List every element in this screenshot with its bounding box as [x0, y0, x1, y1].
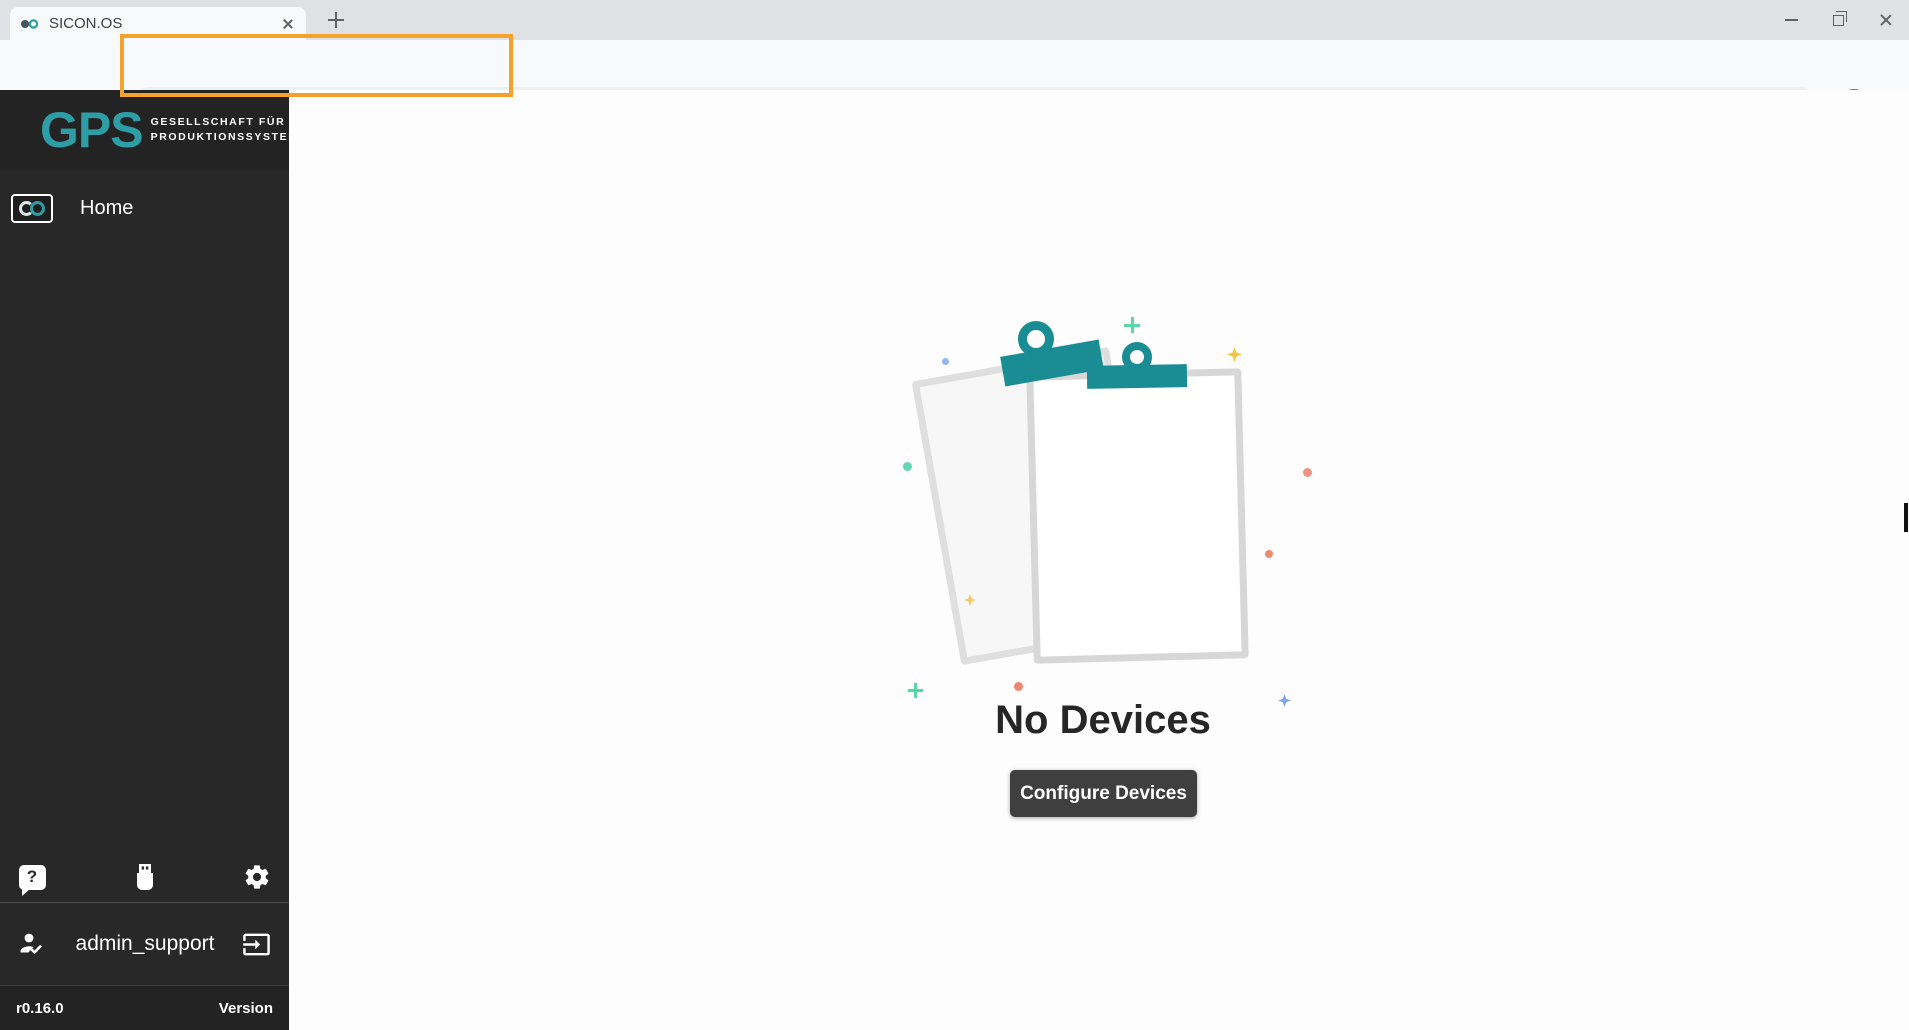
confetti-dot: [1014, 682, 1023, 691]
confetti-dot: [1265, 550, 1273, 558]
usb-button[interactable]: [125, 855, 165, 899]
username: admin_support: [48, 932, 242, 956]
help-button[interactable]: ?: [12, 855, 52, 899]
sidebar-header: GPS GESELLSCHAFT FÜR PRODUKTIONSSYSTEME: [0, 90, 289, 170]
empty-state-title: No Devices: [903, 698, 1303, 743]
user-verified-icon: [18, 931, 48, 957]
version-value: r0.16.0: [16, 1000, 64, 1017]
user-row: admin_support: [0, 903, 289, 985]
confetti-plus: [1124, 317, 1140, 333]
restore-icon: [1833, 15, 1844, 26]
gear-icon: [243, 863, 271, 891]
version-label: Version: [219, 1000, 273, 1017]
gps-logo-subtitle: GESELLSCHAFT FÜR PRODUKTIONSSYSTEME: [151, 115, 289, 145]
confetti-dot: [942, 358, 949, 365]
window-restore-button[interactable]: [1815, 0, 1862, 40]
sidebar-tools: ?: [0, 852, 289, 902]
version-bar: r0.16.0 Version: [0, 985, 289, 1030]
tab-title: SICON.OS: [49, 15, 280, 32]
browser-window: SICON.OS: [0, 0, 1909, 1030]
clip-front: [1087, 364, 1187, 389]
home-co-icon: [11, 194, 53, 223]
sidebar: GPS GESELLSCHAFT FÜR PRODUKTIONSSYSTEME …: [0, 90, 289, 1030]
text-cursor-pointer: [1904, 503, 1908, 532]
confetti-dot: [903, 462, 912, 471]
confetti-dot: [1303, 468, 1312, 477]
settings-button[interactable]: [237, 855, 277, 899]
main-content: No Devices Configure Devices: [289, 90, 1909, 1030]
help-icon: ?: [19, 865, 46, 890]
minimize-icon: [1785, 19, 1798, 21]
tab-close-icon[interactable]: [280, 16, 296, 32]
sidebar-item-home[interactable]: Home: [0, 185, 289, 231]
gps-logo: GPS: [40, 105, 143, 155]
logout-icon[interactable]: [242, 930, 271, 959]
tab-siconos[interactable]: SICON.OS: [10, 7, 306, 40]
favicon-sicon-icon: [20, 16, 40, 32]
confetti-sparkle: [1227, 347, 1242, 362]
tab-strip: SICON.OS: [0, 0, 1909, 40]
browser-toolbar: Not secure | siconos-cb9b.local/devices …: [0, 40, 1909, 90]
window-close-button[interactable]: [1862, 0, 1909, 40]
new-tab-button[interactable]: [328, 12, 344, 28]
home-label: Home: [80, 197, 133, 220]
configure-devices-button[interactable]: Configure Devices: [1010, 770, 1197, 817]
clipboard-front-illustration: [1026, 368, 1249, 664]
window-minimize-button[interactable]: [1768, 0, 1815, 40]
window-controls: [1768, 0, 1909, 40]
close-icon: [1879, 13, 1893, 27]
usb-icon: [133, 862, 157, 892]
confetti-plus: [908, 683, 923, 698]
